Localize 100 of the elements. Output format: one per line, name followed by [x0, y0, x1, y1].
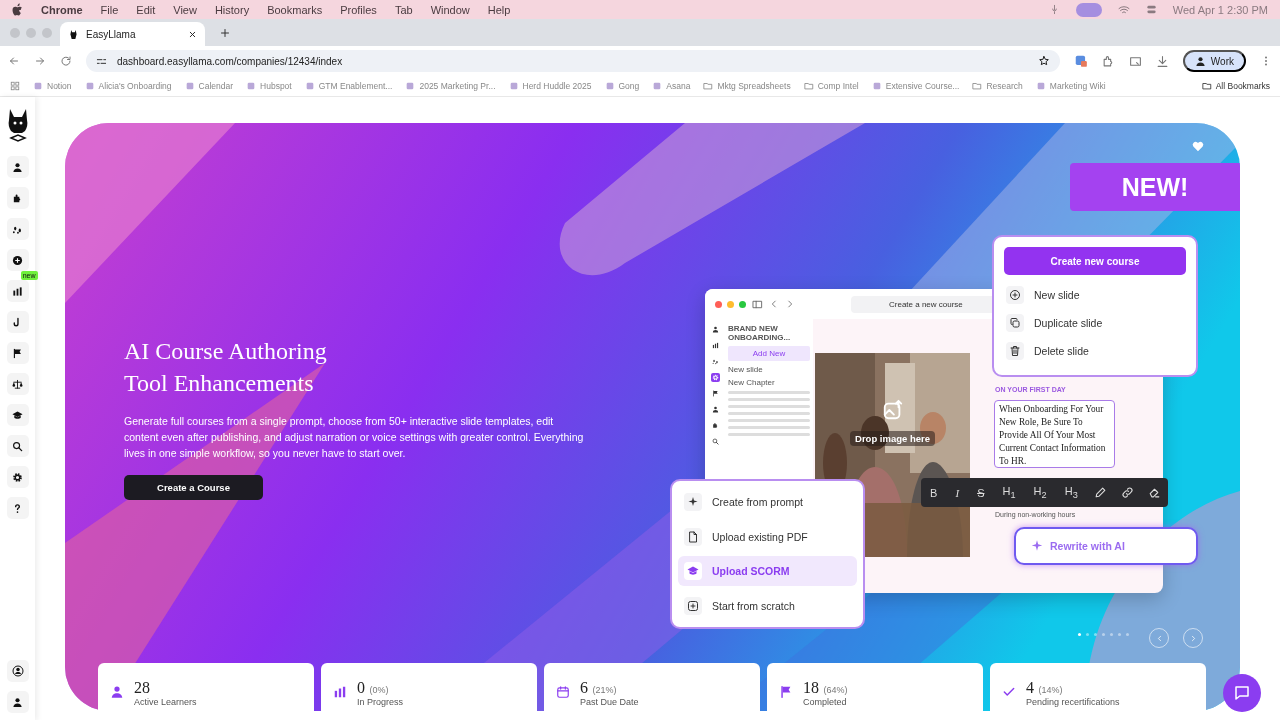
person-icon [12, 696, 23, 708]
menu-item[interactable]: Window [430, 3, 470, 16]
graduation-cap-icon [12, 409, 23, 421]
bookmark[interactable]: Marketing Wiki [1035, 81, 1106, 91]
person-icon [711, 326, 719, 333]
bookmark[interactable]: Alicia's Onboarding [84, 81, 172, 91]
menu-item[interactable]: Upload SCORM [678, 556, 857, 587]
slide-text[interactable]: When Onboarding For Your New Role, Be Sure To Provide All Of Your Most Current Contact Information To HR. [994, 400, 1115, 468]
menu-item[interactable]: Edit [136, 3, 156, 16]
stat-percent: (21%) [592, 685, 617, 695]
bookmark[interactable]: Mktg Spreadsheets [703, 81, 791, 91]
favicon-icon [84, 81, 95, 91]
search-icon [12, 440, 23, 452]
carousel-dot[interactable] [1118, 633, 1121, 636]
stat-label: Completed [803, 697, 848, 708]
menu-item[interactable]: New slide [728, 365, 810, 374]
bookmark[interactable]: Notion [33, 81, 72, 91]
bookmark[interactable]: Extensive Course... [871, 81, 960, 91]
llama-icon [68, 28, 79, 40]
carousel-dot[interactable] [1086, 633, 1089, 636]
format-button[interactable]: I [953, 484, 962, 501]
folder-icon [972, 81, 983, 91]
document-icon [687, 530, 699, 543]
menu-item[interactable]: Delete slide [1004, 339, 1186, 362]
menu-item[interactable]: View [173, 3, 197, 16]
search-icon [711, 438, 719, 445]
format-button[interactable]: H$_{3}$ [1062, 482, 1080, 503]
carousel-dot[interactable] [1110, 633, 1113, 636]
bookmark[interactable]: All Bookmarks [1201, 81, 1270, 91]
image-upload-icon [881, 399, 904, 421]
create-new-course-button[interactable]: Create new course [1004, 247, 1186, 275]
menu-item[interactable]: New Chapter [728, 378, 810, 387]
flag-icon [711, 390, 719, 397]
menu-item[interactable]: File [100, 3, 119, 16]
profile-button[interactable]: Work [1182, 50, 1246, 72]
format-button[interactable]: B [928, 484, 940, 501]
menu-item[interactable]: Chrome [41, 3, 83, 16]
stat-label: Active Learners [134, 697, 197, 708]
menu-item[interactable]: Profiles [340, 3, 377, 16]
bookmark[interactable]: Hubspot [246, 81, 292, 91]
stat-label: Pending recertifications [1026, 697, 1120, 708]
format-button[interactable]: H$_{1}$ [1000, 482, 1018, 503]
menu-item[interactable]: History [214, 3, 250, 16]
tab-search-icon [1128, 54, 1142, 68]
folder-icon [703, 81, 714, 91]
stat-value: 18 [803, 679, 819, 696]
add-new-button[interactable]: Add New [728, 346, 810, 361]
bookmark[interactable]: Asana [652, 81, 691, 91]
carousel-dot[interactable] [1078, 633, 1081, 636]
window-controls[interactable] [10, 27, 52, 38]
carousel-dot[interactable] [1102, 633, 1105, 636]
browser-tab[interactable]: EasyLlama [60, 22, 205, 46]
person-circle-icon [11, 665, 24, 677]
create-course-button[interactable]: Create a Course [124, 474, 263, 500]
bookmark[interactable]: Calendar [184, 81, 234, 91]
calendar-icon [556, 685, 570, 699]
stat-value: 6 [580, 679, 588, 696]
close-icon [188, 29, 197, 39]
carousel-dot[interactable] [1094, 633, 1097, 636]
settings-icon [711, 374, 719, 381]
sidebar-icon [752, 298, 763, 310]
puzzle-icon [12, 192, 23, 204]
heart-icon [1191, 139, 1205, 153]
stat-percent: (0%) [369, 685, 389, 695]
flag-icon [779, 685, 793, 699]
graduation-cap-icon [687, 565, 699, 578]
back-icon [769, 299, 779, 309]
person-icon [711, 406, 719, 413]
bookmark[interactable]: GTM Enablement... [304, 81, 393, 91]
paw-prints-icon [711, 358, 719, 365]
favicon-icon [304, 81, 315, 91]
menu-item[interactable]: Tab [394, 3, 413, 16]
settings-icon [12, 471, 23, 483]
menu-item[interactable]: Duplicate slide [1004, 311, 1186, 334]
bookmark[interactable]: 2025 Marketing Pr... [405, 81, 496, 91]
add-circle-icon [12, 254, 23, 266]
chat-button[interactable] [1223, 674, 1261, 712]
eraser-icon [1147, 486, 1161, 499]
bookmark[interactable]: Research [972, 81, 1023, 91]
carousel-dot[interactable] [1126, 633, 1129, 636]
stat-label: In Progress [357, 697, 404, 708]
menu-item[interactable]: Create from prompt [678, 487, 857, 517]
stat-percent: (64%) [823, 685, 848, 695]
menu-item[interactable]: Bookmarks [267, 3, 323, 16]
menu-item[interactable]: Start from scratch [678, 590, 857, 621]
menu-item[interactable]: New slide [1004, 283, 1186, 306]
rewrite-with-ai-button[interactable]: Rewrite with AI [1014, 527, 1198, 565]
favicon-icon [246, 81, 257, 91]
strikethrough-button[interactable]: S [975, 484, 987, 501]
bookmark[interactable]: Herd Huddle 2025 [508, 81, 592, 91]
flag-icon [12, 347, 23, 359]
stat-value: 28 [134, 679, 150, 696]
extension-icon [1073, 54, 1088, 68]
menu-item[interactable]: Help [487, 3, 511, 16]
menu-item[interactable]: Upload existing PDF [678, 521, 857, 552]
add-square-icon [687, 599, 699, 612]
address-bar[interactable]: dashboard.easyllama.com/companies/12434/index [86, 50, 1060, 72]
format-button[interactable]: H$_{2}$ [1031, 482, 1049, 503]
bookmark[interactable]: Gong [604, 81, 640, 91]
bookmark[interactable]: Comp Intel [803, 81, 859, 91]
